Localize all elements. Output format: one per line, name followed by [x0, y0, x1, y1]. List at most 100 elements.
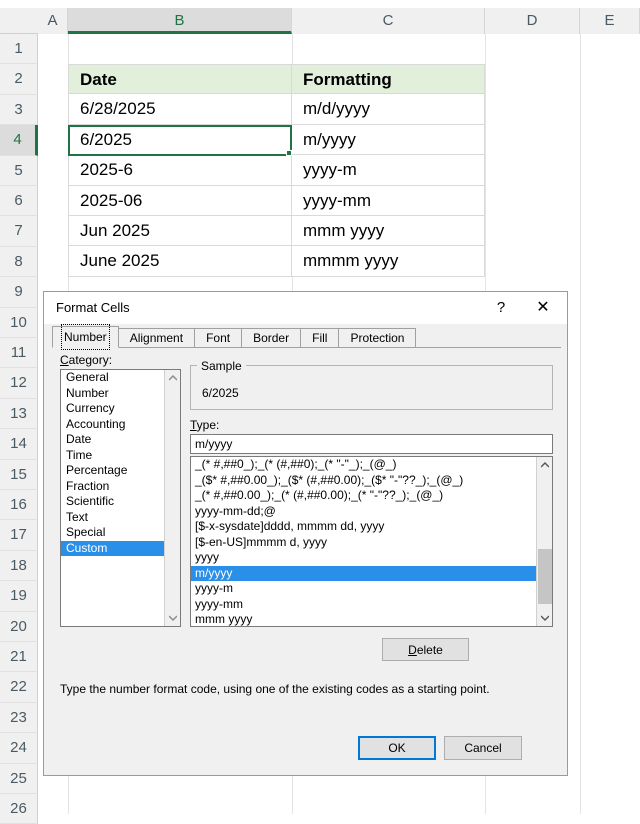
tab-border[interactable]: Border	[241, 328, 301, 348]
type-item-8[interactable]: yyyy-m	[191, 581, 552, 597]
row-header-6[interactable]: 6	[0, 186, 38, 216]
row-header-10[interactable]: 10	[0, 308, 38, 338]
category-item-special[interactable]: Special	[61, 525, 180, 541]
table-cell[interactable]: m/d/yyyy	[292, 94, 485, 124]
sample-legend: Sample	[197, 359, 246, 373]
row-header-4[interactable]: 4	[0, 125, 38, 155]
type-listbox[interactable]: _(* #,##0_);_(* (#,##0);_(* "-"_);_(@_)_…	[190, 456, 553, 627]
cancel-button[interactable]: Cancel	[444, 736, 522, 760]
column-header-a[interactable]: A	[38, 8, 68, 34]
row-header-23[interactable]: 23	[0, 703, 38, 733]
table-header-row: DateFormatting	[68, 64, 485, 94]
row-header-1[interactable]: 1	[0, 34, 38, 64]
table-cell[interactable]: 2025-06	[68, 186, 292, 216]
chevron-down-icon[interactable]	[537, 610, 553, 626]
tab-number[interactable]: Number	[52, 326, 119, 348]
table-row: Jun 2025mmm yyyy	[68, 216, 485, 246]
category-item-accounting[interactable]: Accounting	[61, 417, 180, 433]
row-header-3[interactable]: 3	[0, 95, 38, 125]
table-cell[interactable]: yyyy-m	[292, 155, 485, 185]
category-item-scientific[interactable]: Scientific	[61, 494, 180, 510]
row-header-26[interactable]: 26	[0, 794, 38, 824]
table-cell[interactable]: Jun 2025	[68, 216, 292, 246]
row-headers: 1234567891011121314151617181920212223242…	[0, 34, 38, 814]
row-header-22[interactable]: 22	[0, 672, 38, 702]
category-items: GeneralNumberCurrencyAccountingDateTimeP…	[61, 370, 180, 556]
type-item-7[interactable]: m/yyyy	[191, 566, 552, 582]
type-input[interactable]	[190, 434, 553, 454]
row-header-16[interactable]: 16	[0, 490, 38, 520]
table-cell[interactable]: 6/2025	[68, 125, 292, 155]
category-item-time[interactable]: Time	[61, 448, 180, 464]
row-header-20[interactable]: 20	[0, 612, 38, 642]
type-item-0[interactable]: _(* #,##0_);_(* (#,##0);_(* "-"_);_(@_)	[191, 457, 552, 473]
row-header-5[interactable]: 5	[0, 156, 38, 186]
row-header-21[interactable]: 21	[0, 642, 38, 672]
type-item-1[interactable]: _($* #,##0.00_);_($* (#,##0.00);_($* "-"…	[191, 473, 552, 489]
row-header-7[interactable]: 7	[0, 216, 38, 246]
row-header-13[interactable]: 13	[0, 399, 38, 429]
category-item-fraction[interactable]: Fraction	[61, 479, 180, 495]
category-item-currency[interactable]: Currency	[61, 401, 180, 417]
table-cell[interactable]: mmmm yyyy	[292, 246, 485, 276]
row-header-19[interactable]: 19	[0, 581, 38, 611]
column-header-e[interactable]: E	[580, 8, 640, 34]
category-scrollbar[interactable]	[164, 370, 180, 626]
row-header-14[interactable]: 14	[0, 429, 38, 459]
table-cell[interactable]: yyyy-mm	[292, 186, 485, 216]
column-header-c[interactable]: C	[292, 8, 485, 34]
table-row: 6/2025m/yyyy	[68, 125, 485, 155]
tab-protection[interactable]: Protection	[338, 328, 416, 348]
table-header-cell[interactable]: Date	[68, 64, 292, 94]
table-cell[interactable]: mmm yyyy	[292, 216, 485, 246]
type-label: Type:	[190, 418, 219, 432]
row-header-2[interactable]: 2	[0, 64, 38, 94]
table-row: 6/28/2025m/d/yyyy	[68, 94, 485, 124]
tab-alignment[interactable]: Alignment	[118, 328, 195, 348]
row-header-8[interactable]: 8	[0, 247, 38, 277]
table-cell[interactable]: 6/28/2025	[68, 94, 292, 124]
tab-label: Font	[206, 331, 230, 345]
chevron-down-icon[interactable]	[165, 610, 181, 626]
delete-button[interactable]: Delete	[382, 638, 469, 661]
row-header-17[interactable]: 17	[0, 520, 38, 550]
row-header-25[interactable]: 25	[0, 764, 38, 794]
format-cells-dialog: Format Cells ? ✕ NumberAlignmentFontBord…	[43, 291, 568, 776]
chevron-up-icon[interactable]	[165, 370, 181, 386]
category-listbox[interactable]: GeneralNumberCurrencyAccountingDateTimeP…	[60, 369, 181, 627]
category-item-number[interactable]: Number	[61, 386, 180, 402]
category-item-text[interactable]: Text	[61, 510, 180, 526]
row-header-24[interactable]: 24	[0, 733, 38, 763]
column-header-b[interactable]: B	[68, 8, 292, 34]
row-header-15[interactable]: 15	[0, 460, 38, 490]
table-cell[interactable]: June 2025	[68, 246, 292, 276]
close-icon[interactable]: ✕	[525, 292, 561, 322]
category-item-date[interactable]: Date	[61, 432, 180, 448]
row-header-12[interactable]: 12	[0, 368, 38, 398]
chevron-up-icon[interactable]	[537, 457, 553, 473]
row-header-11[interactable]: 11	[0, 338, 38, 368]
table-cell[interactable]: m/yyyy	[292, 125, 485, 155]
table-cell[interactable]: 2025-6	[68, 155, 292, 185]
type-item-10[interactable]: mmm yyyy	[191, 612, 552, 627]
scrollbar-thumb[interactable]	[538, 549, 552, 604]
tab-fill[interactable]: Fill	[300, 328, 339, 348]
type-item-5[interactable]: [$-en-US]mmmm d, yyyy	[191, 535, 552, 551]
fill-handle[interactable]	[286, 150, 292, 156]
ok-button[interactable]: OK	[358, 736, 436, 760]
category-item-percentage[interactable]: Percentage	[61, 463, 180, 479]
category-item-general[interactable]: General	[61, 370, 180, 386]
table-header-cell[interactable]: Formatting	[292, 64, 485, 94]
column-header-d[interactable]: D	[485, 8, 580, 34]
row-header-18[interactable]: 18	[0, 551, 38, 581]
type-item-9[interactable]: yyyy-mm	[191, 597, 552, 613]
category-item-custom[interactable]: Custom	[61, 541, 180, 557]
tab-font[interactable]: Font	[194, 328, 242, 348]
type-item-6[interactable]: yyyy	[191, 550, 552, 566]
row-header-9[interactable]: 9	[0, 277, 38, 307]
type-item-4[interactable]: [$-x-sysdate]dddd, mmmm dd, yyyy	[191, 519, 552, 535]
help-icon[interactable]: ?	[483, 292, 519, 322]
type-item-3[interactable]: yyyy-mm-dd;@	[191, 504, 552, 520]
type-scrollbar[interactable]	[536, 457, 552, 626]
type-item-2[interactable]: _(* #,##0.00_);_(* (#,##0.00);_(* "-"??_…	[191, 488, 552, 504]
